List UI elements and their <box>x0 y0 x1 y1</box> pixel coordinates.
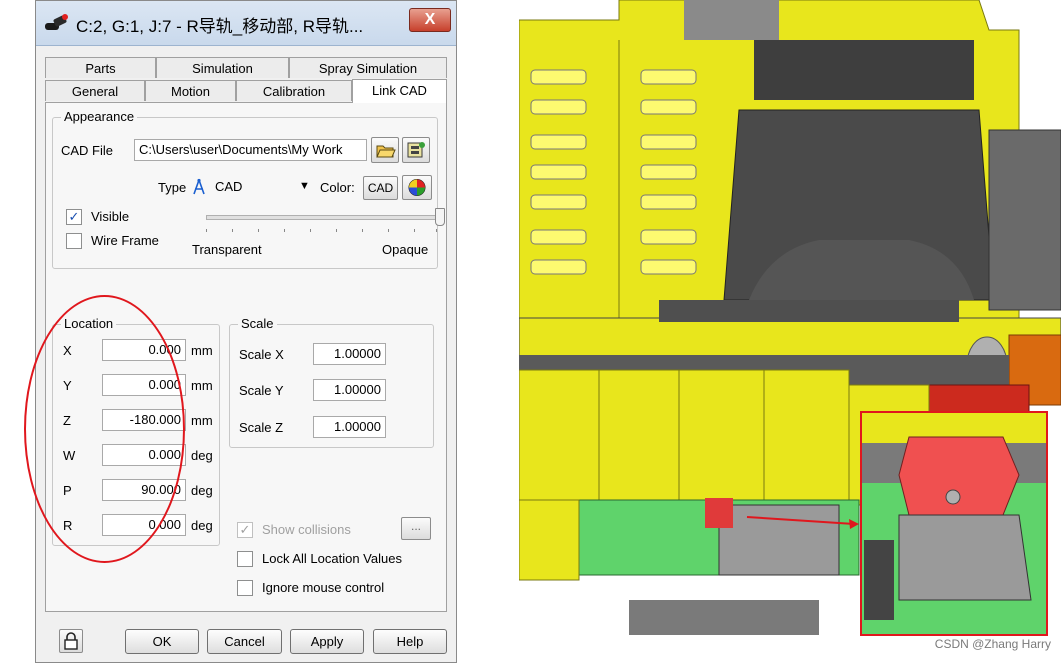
cancel-button[interactable]: Cancel <box>207 629 282 654</box>
link-cad-panel: Appearance CAD File C:\Users\user\Docume… <box>45 102 447 612</box>
lock-button[interactable] <box>59 629 83 653</box>
show-collisions-label: Show collisions <box>262 522 351 537</box>
tab-simulation[interactable]: Simulation <box>156 57 289 78</box>
location-z-unit: mm <box>191 413 213 428</box>
scale-y-label: Scale Y <box>239 383 284 398</box>
opacity-slider-track[interactable] <box>206 215 438 220</box>
slider-tick <box>258 229 259 232</box>
robot-cad-render <box>518 0 1061 663</box>
cad-file-input[interactable]: C:\Users\user\Documents\My Work <box>134 139 367 161</box>
opaque-label: Opaque <box>382 242 429 257</box>
cad-viewport[interactable]: CSDN @Zhang Harry <box>518 0 1061 663</box>
compass-icon <box>193 178 205 195</box>
slider-tick <box>206 229 207 232</box>
link-cad-dialog: C:2, G:1, J:7 - R导轨_移动部, R导轨... X Parts … <box>35 0 457 663</box>
lock-icon <box>64 632 78 650</box>
type-value: CAD <box>215 179 243 194</box>
slider-tick <box>336 229 337 232</box>
ignore-mouse-label: Ignore mouse control <box>262 580 385 595</box>
location-z-label: Z <box>63 413 71 428</box>
location-p-input[interactable]: 90.000 <box>102 479 186 501</box>
window-title: C:2, G:1, J:7 - R导轨_移动部, R导轨... <box>76 17 364 36</box>
location-x-label: X <box>63 343 72 358</box>
color-cad-button[interactable]: CAD <box>363 176 398 200</box>
tab-parts[interactable]: Parts <box>45 57 156 78</box>
cad-file-label: CAD File <box>61 143 114 158</box>
location-r-unit: deg <box>191 518 213 533</box>
visible-label: Visible <box>91 209 130 224</box>
cad-settings-icon <box>407 142 425 158</box>
slider-tick <box>232 229 233 232</box>
location-y-label: Y <box>63 378 72 393</box>
tab-link-cad[interactable]: Link CAD <box>352 79 447 103</box>
chevron-down-icon: ▼ <box>299 180 310 192</box>
collision-settings-button[interactable]: ... <box>401 517 431 540</box>
location-r-input[interactable]: 0.000 <box>102 514 186 536</box>
scale-x-input[interactable]: 1.00000 <box>313 343 386 365</box>
slider-tick <box>310 229 311 232</box>
slider-tick <box>436 229 437 232</box>
wire-frame-checkbox[interactable] <box>66 233 82 249</box>
cad-properties-button[interactable] <box>402 137 430 163</box>
tab-calibration[interactable]: Calibration <box>236 80 352 101</box>
type-select[interactable]: CAD ▼ <box>191 176 315 198</box>
slider-tick <box>284 229 285 232</box>
apply-button[interactable]: Apply <box>290 629 364 654</box>
folder-icon <box>376 145 396 158</box>
lock-all-label: Lock All Location Values <box>262 551 402 566</box>
location-x-unit: mm <box>191 343 213 358</box>
color-label: Color: <box>320 180 355 195</box>
scale-y-input[interactable]: 1.00000 <box>313 379 386 401</box>
title-bar[interactable]: C:2, G:1, J:7 - R导轨_移动部, R导轨... X <box>36 1 456 46</box>
close-button[interactable]: X <box>409 8 451 32</box>
location-r-label: R <box>63 518 73 533</box>
location-w-label: W <box>63 448 76 463</box>
show-collisions-checkbox[interactable]: ✓ <box>237 522 253 538</box>
robot-link-icon <box>45 14 68 30</box>
tab-general[interactable]: General <box>45 80 145 101</box>
location-p-unit: deg <box>191 483 213 498</box>
color-picker-button[interactable] <box>402 175 432 200</box>
visible-checkbox[interactable]: ✓ <box>66 209 82 225</box>
location-p-label: P <box>63 483 72 498</box>
ok-button[interactable]: OK <box>125 629 199 654</box>
location-w-input[interactable]: 0.000 <box>102 444 186 466</box>
tab-spray-simulation[interactable]: Spray Simulation <box>289 57 447 78</box>
slider-tick <box>362 229 363 232</box>
close-icon: X <box>424 11 436 28</box>
location-w-unit: deg <box>191 448 213 463</box>
slider-tick <box>414 229 415 232</box>
transparent-label: Transparent <box>192 242 262 257</box>
opacity-slider-thumb[interactable] <box>435 208 445 226</box>
scale-title: Scale <box>238 316 277 331</box>
location-x-input[interactable]: 0.000 <box>102 339 186 361</box>
tab-motion[interactable]: Motion <box>145 80 236 101</box>
wire-frame-label: Wire Frame <box>91 233 159 248</box>
scale-z-label: Scale Z <box>239 420 284 435</box>
appearance-title: Appearance <box>61 109 138 124</box>
type-label: Type <box>158 180 187 195</box>
help-button[interactable]: Help <box>373 629 447 654</box>
ignore-mouse-checkbox[interactable] <box>237 580 253 596</box>
lock-all-checkbox[interactable] <box>237 551 253 567</box>
color-wheel-icon <box>408 179 426 196</box>
tab-row-2: General Motion Calibration Link CAD <box>45 79 447 103</box>
scale-x-label: Scale X <box>239 347 284 362</box>
browse-folder-button[interactable] <box>371 137 399 163</box>
location-y-input[interactable]: 0.000 <box>102 374 186 396</box>
watermark-text: CSDN @Zhang Harry <box>934 637 1051 651</box>
location-z-input[interactable]: -180.000 <box>102 409 186 431</box>
slider-tick <box>388 229 389 232</box>
location-y-unit: mm <box>191 378 213 393</box>
tab-row-1: Parts Simulation Spray Simulation <box>45 57 447 79</box>
location-title: Location <box>61 316 117 331</box>
scale-z-input[interactable]: 1.00000 <box>313 416 386 438</box>
